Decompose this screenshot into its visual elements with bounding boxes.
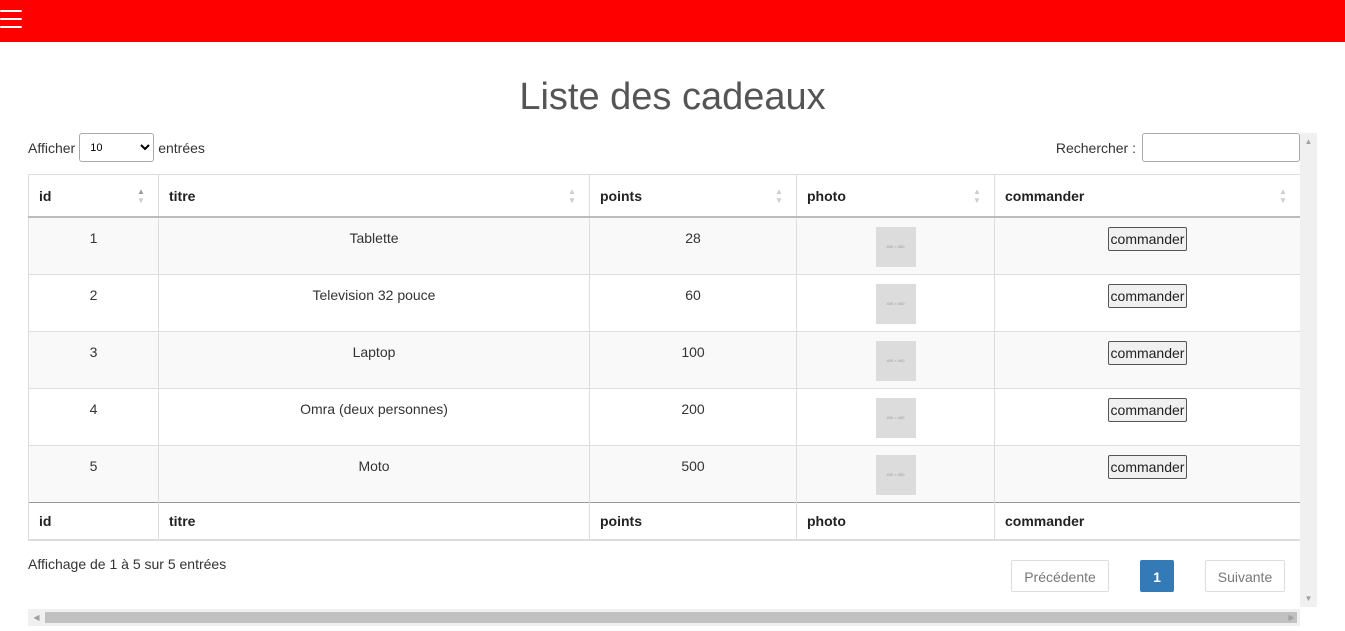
gift-photo: 400 × 400 — [875, 341, 916, 381]
table-row: 3 Laptop 100 400 × 400 commander — [28, 331, 1301, 389]
cell-id: 2 — [89, 287, 98, 303]
sort-icon: ▲ ▼ — [973, 187, 981, 205]
sort-icon: ▲ ▼ — [568, 187, 576, 205]
vertical-scrollbar[interactable]: ▲ ▼ — [1300, 133, 1317, 607]
hamburger-menu-icon[interactable] — [0, 8, 24, 32]
table-footer-row: id titre points photo commander — [28, 502, 1301, 541]
gift-photo: 400 × 400 — [875, 227, 916, 267]
column-header-photo[interactable]: photo ▲ ▼ — [796, 174, 995, 218]
scroll-right-icon[interactable]: ▶ — [1283, 609, 1300, 626]
scroll-left-icon[interactable]: ◀ — [28, 609, 45, 626]
cell-titre: Laptop — [352, 344, 396, 360]
cell-titre: Television 32 pouce — [312, 287, 436, 303]
table-row: 5 Moto 500 400 × 400 commander — [28, 445, 1301, 503]
scroll-down-icon[interactable]: ▼ — [1300, 590, 1317, 607]
commander-button[interactable]: commander — [1107, 455, 1188, 479]
search-label: Rechercher : — [1055, 139, 1136, 156]
sort-icon: ▲ ▼ — [1279, 187, 1287, 205]
footer-header-points: points — [589, 502, 797, 541]
cell-points: 100 — [681, 344, 705, 360]
gift-photo: 400 × 400 — [875, 398, 916, 438]
horizontal-scrollbar[interactable]: ◀ ▶ — [28, 609, 1300, 626]
search-input[interactable] — [1142, 133, 1300, 162]
commander-button[interactable]: commander — [1107, 227, 1188, 251]
sort-icon: ▲ ▼ — [775, 187, 783, 205]
page-1-button[interactable]: 1 — [1140, 560, 1174, 592]
cell-points: 500 — [681, 458, 705, 474]
table-header-row: id ▲ ▼ titre ▲ ▼ points ▲ ▼ photo ▲ ▼ commander ▲… — [28, 174, 1301, 218]
table-row: 1 Tablette 28 400 × 400 commander — [28, 216, 1301, 275]
footer-header-photo: photo — [796, 502, 995, 541]
column-header-commander[interactable]: commander ▲ ▼ — [994, 174, 1301, 218]
cell-id: 4 — [89, 401, 98, 417]
table-row: 2 Television 32 pouce 60 400 × 400 comma… — [28, 274, 1301, 332]
length-label-after: entrées — [158, 139, 205, 156]
commander-button[interactable]: commander — [1107, 284, 1188, 308]
entries-length-select[interactable]: 10 — [79, 133, 155, 162]
cell-points: 28 — [685, 230, 701, 246]
cell-titre: Moto — [358, 458, 390, 474]
gift-photo: 400 × 400 — [875, 455, 916, 495]
table-row: 4 Omra (deux personnes) 200 400 × 400 co… — [28, 388, 1301, 446]
column-header-points[interactable]: points ▲ ▼ — [589, 174, 797, 218]
horizontal-scroll-thumb[interactable] — [45, 612, 1297, 623]
next-page-button[interactable]: Suivante — [1205, 560, 1285, 592]
cell-titre: Omra (deux personnes) — [300, 401, 448, 417]
commander-button[interactable]: commander — [1107, 341, 1188, 365]
previous-page-button[interactable]: Précédente — [1011, 560, 1109, 592]
footer-header-titre: titre — [158, 502, 590, 541]
cell-id: 5 — [89, 458, 98, 474]
cell-points: 200 — [681, 401, 705, 417]
scroll-up-icon[interactable]: ▲ — [1300, 133, 1317, 150]
footer-header-commander: commander — [994, 502, 1301, 541]
page-title: Liste des cadeaux — [519, 76, 826, 118]
commander-button[interactable]: commander — [1107, 398, 1188, 422]
search-control: Rechercher : — [1056, 133, 1300, 162]
gift-photo: 400 × 400 — [875, 284, 916, 324]
sort-icon: ▲ ▼ — [137, 187, 145, 205]
length-label-before: Afficher — [28, 139, 76, 156]
column-header-id[interactable]: id ▲ ▼ — [28, 174, 159, 218]
table-info: Affichage de 1 à 5 sur 5 entrées — [28, 556, 227, 572]
column-header-titre[interactable]: titre ▲ ▼ — [158, 174, 590, 218]
entries-length-control: Afficher 10 entrées — [28, 133, 205, 162]
cell-id: 3 — [89, 344, 98, 360]
gifts-table: id ▲ ▼ titre ▲ ▼ points ▲ ▼ photo ▲ ▼ commander ▲… — [28, 174, 1301, 541]
cell-points: 60 — [685, 287, 701, 303]
top-navbar — [0, 0, 1345, 42]
cell-titre: Tablette — [349, 230, 399, 246]
cell-id: 1 — [89, 230, 98, 246]
footer-header-id: id — [28, 502, 159, 541]
